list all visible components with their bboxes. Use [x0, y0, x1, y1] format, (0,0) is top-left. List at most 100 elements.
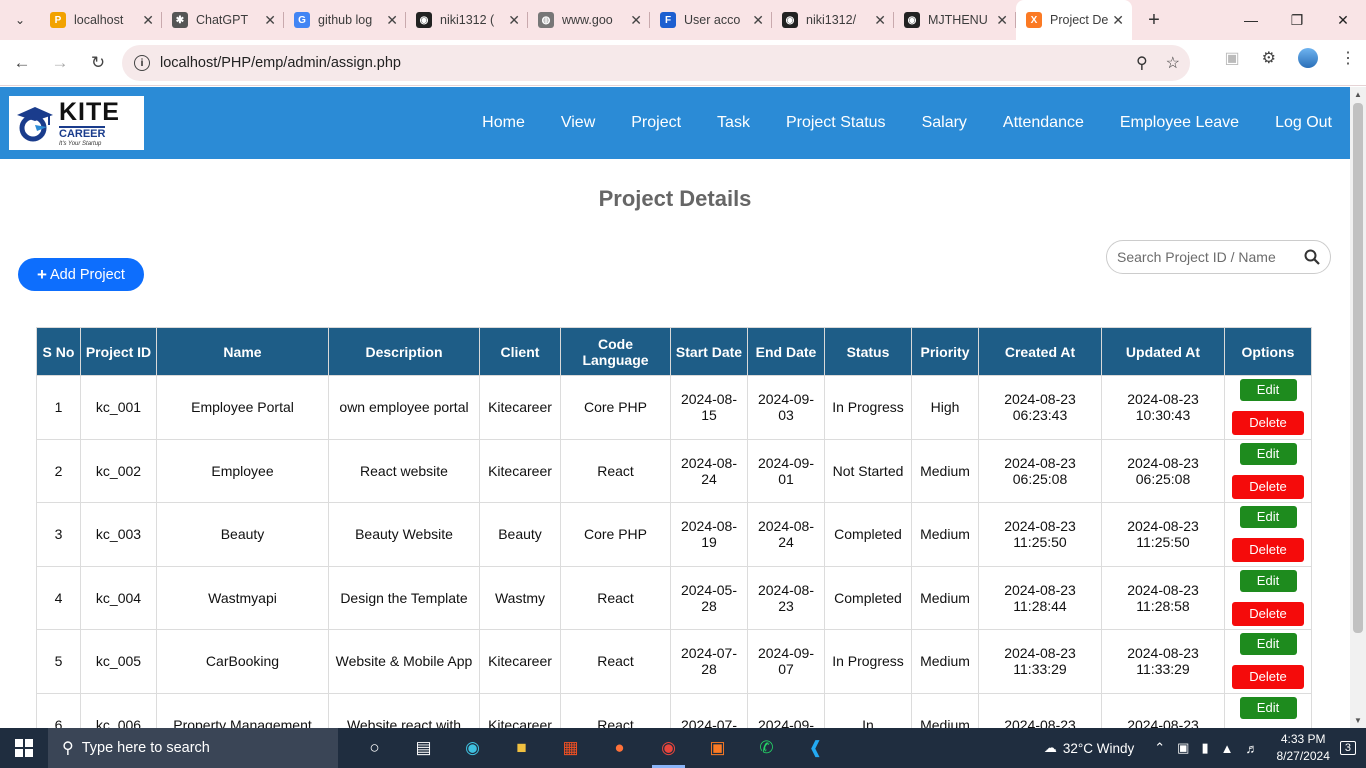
profile-avatar[interactable]: [1298, 48, 1318, 68]
column-header: End Date: [747, 327, 825, 376]
column-header: Client: [479, 327, 561, 376]
browser-tab[interactable]: ◉ niki1312/ ✕: [772, 0, 894, 40]
chrome-icon[interactable]: ◉: [644, 728, 693, 768]
taskbar-search[interactable]: ⚲ Type here to search: [48, 728, 338, 768]
nav-link-log-out[interactable]: Log Out: [1257, 114, 1350, 132]
back-button[interactable]: ←: [4, 45, 40, 81]
close-tab-icon[interactable]: ✕: [386, 12, 398, 29]
edit-button[interactable]: Edit: [1239, 569, 1297, 592]
edit-button[interactable]: Edit: [1239, 506, 1297, 529]
cell-priority: Medium: [911, 565, 979, 630]
notifications-badge[interactable]: 3: [1339, 741, 1356, 755]
puzzle-extensions-icon[interactable]: ⚙: [1262, 48, 1276, 68]
browser-tab[interactable]: ◍ www.goo ✕: [528, 0, 650, 40]
extension-icon[interactable]: ▣: [1225, 48, 1240, 68]
nav-link-salary[interactable]: Salary: [904, 114, 985, 132]
add-project-button[interactable]: + Add Project: [18, 258, 144, 291]
delete-button[interactable]: Delete: [1232, 538, 1304, 563]
browser-tab[interactable]: ◉ MJTHENU ✕: [894, 0, 1016, 40]
browser-tab[interactable]: X Project De ✕: [1016, 0, 1132, 40]
delete-button[interactable]: Delete: [1232, 411, 1304, 436]
delete-button[interactable]: Delete: [1232, 665, 1304, 690]
tab-search-button[interactable]: ⌄: [0, 0, 40, 40]
scrollbar-thumb[interactable]: [1353, 103, 1363, 633]
tab-title: github log: [318, 13, 373, 27]
close-tab-icon[interactable]: ✕: [996, 12, 1008, 29]
windows-start-button[interactable]: [0, 728, 48, 768]
nav-link-employee-leave[interactable]: Employee Leave: [1102, 114, 1257, 132]
column-header: Priority: [911, 327, 979, 376]
extensions-area: ▣ ⚙ ⋮: [1225, 48, 1356, 68]
clock[interactable]: 4:33 PM 8/27/2024: [1276, 731, 1329, 765]
column-header: Description: [328, 327, 480, 376]
zoom-icon[interactable]: ⚲: [1136, 53, 1148, 73]
task-view-icon[interactable]: ▤: [399, 728, 448, 768]
delete-button[interactable]: Delete: [1232, 601, 1304, 626]
close-tab-icon[interactable]: ✕: [874, 12, 886, 29]
chevron-up-icon[interactable]: ⌃: [1154, 740, 1165, 756]
weather-text[interactable]: 32°C Windy: [1063, 741, 1134, 756]
scroll-up-arrow[interactable]: ▲: [1354, 90, 1362, 99]
close-tab-icon[interactable]: ✕: [630, 12, 642, 29]
wifi-icon[interactable]: ▲: [1221, 741, 1234, 756]
cell-end: 2024-09-03: [747, 375, 825, 440]
nav-link-home[interactable]: Home: [464, 114, 543, 132]
weather-icon[interactable]: ☁: [1044, 740, 1057, 756]
search-input[interactable]: [1117, 249, 1297, 265]
windows-taskbar: ⚲ Type here to search ○ ▤ ◉ ■ ▦ ● ◉ ▣ ✆ …: [0, 728, 1366, 768]
delete-button[interactable]: Delete: [1232, 474, 1304, 499]
scroll-down-arrow[interactable]: ▼: [1354, 716, 1362, 725]
close-tab-icon[interactable]: ✕: [264, 12, 276, 29]
nav-link-project[interactable]: Project: [613, 114, 699, 132]
close-tab-icon[interactable]: ✕: [752, 12, 764, 29]
site-info-icon[interactable]: i: [134, 55, 150, 71]
browser-toolbar: ← → ↻ i localhost/PHP/emp/admin/assign.p…: [0, 40, 1366, 86]
nav-link-project-status[interactable]: Project Status: [768, 114, 904, 132]
browser-tab[interactable]: Ggithub log ✕: [284, 0, 406, 40]
file-explorer-icon[interactable]: ■: [497, 728, 546, 768]
cell-client: Beauty: [479, 502, 561, 567]
edit-button[interactable]: Edit: [1239, 442, 1297, 465]
cell-priority: Medium: [911, 629, 979, 694]
system-tray: ☁ 32°C Windy ⌃ ▣ ▮ ▲ ♬ 4:33 PM 8/27/2024…: [1038, 728, 1366, 768]
close-tab-icon[interactable]: ✕: [142, 12, 154, 29]
edge-icon[interactable]: ◉: [448, 728, 497, 768]
search-icon[interactable]: [1304, 249, 1320, 265]
close-tab-icon[interactable]: ✕: [508, 12, 520, 29]
cortana-icon[interactable]: ○: [350, 728, 399, 768]
taskbar-apps: ○ ▤ ◉ ■ ▦ ● ◉ ▣ ✆ ❰: [350, 728, 840, 768]
edit-button[interactable]: Edit: [1239, 696, 1297, 719]
close-tab-icon[interactable]: ✕: [1112, 12, 1124, 29]
nav-link-task[interactable]: Task: [699, 114, 768, 132]
edit-button[interactable]: Edit: [1239, 379, 1297, 402]
browser-tab[interactable]: ✱ ChatGPT ✕: [162, 0, 284, 40]
bookmark-star-icon[interactable]: ☆: [1166, 53, 1180, 73]
volume-icon[interactable]: ♬: [1245, 741, 1258, 756]
firefox-icon[interactable]: ●: [595, 728, 644, 768]
meet-now-icon[interactable]: ▣: [1177, 740, 1189, 756]
page-scrollbar[interactable]: ▲ ▼: [1350, 87, 1366, 728]
cell-sno: 5: [36, 629, 81, 694]
store-icon[interactable]: ▦: [546, 728, 595, 768]
menu-kebab-icon[interactable]: ⋮: [1340, 48, 1356, 68]
edit-button[interactable]: Edit: [1239, 633, 1297, 656]
browser-tab[interactable]: Plocalhost ✕: [40, 0, 162, 40]
browser-tab[interactable]: F User acco ✕: [650, 0, 772, 40]
vscode-icon[interactable]: ❰: [791, 728, 840, 768]
whatsapp-icon[interactable]: ✆: [742, 728, 791, 768]
nav-link-view[interactable]: View: [543, 114, 613, 132]
new-tab-button[interactable]: +: [1138, 9, 1170, 32]
minimize-button[interactable]: —: [1228, 0, 1274, 40]
kite-career-logo[interactable]: KITE CAREER It's Your Startup: [9, 96, 144, 150]
browser-tab[interactable]: ◉ niki1312 (✕: [406, 0, 528, 40]
maximize-button[interactable]: ❐: [1274, 0, 1320, 40]
forward-button[interactable]: →: [42, 45, 78, 81]
reload-button[interactable]: ↻: [80, 45, 116, 81]
address-bar[interactable]: i localhost/PHP/emp/admin/assign.php ⚲ ☆: [122, 45, 1190, 81]
logo-name: KITE: [59, 97, 120, 126]
nav-link-attendance[interactable]: Attendance: [985, 114, 1102, 132]
xampp-icon[interactable]: ▣: [693, 728, 742, 768]
close-window-button[interactable]: ✕: [1320, 0, 1366, 40]
battery-icon[interactable]: ▮: [1201, 740, 1208, 756]
table-row: 6 kc_006 Property Management Website react …: [36, 692, 1312, 728]
